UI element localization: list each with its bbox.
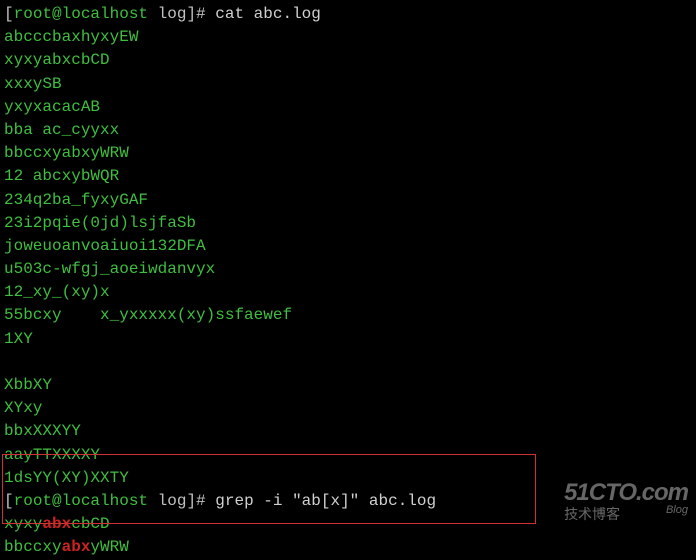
output-line: 23i2pqie(0jd)lsjfaSb — [4, 212, 692, 235]
output-line: u503c-wfgj_aoeiwdanvyx — [4, 258, 692, 281]
grep-post: yWRW — [90, 538, 128, 556]
cwd: log — [148, 492, 186, 510]
output-line: 234q2ba_fyxyGAF — [4, 189, 692, 212]
grep-match: abx — [42, 515, 71, 533]
output-line: 1XY — [4, 328, 692, 351]
output-line: xyxyabxcbCD — [4, 49, 692, 72]
watermark-blog: Blog — [666, 504, 688, 516]
watermark-domain: 51CTO.com — [564, 480, 688, 506]
command-cat: cat abc.log — [206, 5, 321, 23]
watermark: 51CTO.com 技术博客 Blog — [564, 480, 688, 524]
blank-line — [4, 351, 692, 374]
output-line: aayTTXXXXY — [4, 444, 692, 467]
bracket-close: ] — [186, 492, 196, 510]
user-host: root@localhost — [14, 492, 148, 510]
output-line: 12 abcxybWQR — [4, 165, 692, 188]
watermark-sub: 技术博客 — [564, 506, 620, 522]
prompt-symbol: # — [196, 492, 206, 510]
output-line: XYxy — [4, 397, 692, 420]
output-line: bbccxyabxyWRW — [4, 142, 692, 165]
prompt-symbol: # — [196, 5, 206, 23]
output-line: joweuoanvoaiuoi132DFA — [4, 235, 692, 258]
bracket-close: ] — [186, 5, 196, 23]
output-line: bba ac_cyyxx — [4, 119, 692, 142]
output-line: XbbXY — [4, 374, 692, 397]
grep-match: abx — [62, 538, 91, 556]
grep-pre: bbccxy — [4, 538, 62, 556]
bracket-open: [ — [4, 492, 14, 510]
output-line: 12_xy_(xy)x — [4, 281, 692, 304]
grep-output-line: bbccxyabxyWRW — [4, 536, 692, 559]
command-grep: grep -i "ab[x]" abc.log — [206, 492, 436, 510]
output-line: abcccbaxhyxyEW — [4, 26, 692, 49]
output-line: 55bcxy x_yxxxxx(xy)ssfaewef — [4, 304, 692, 327]
output-line: bbxXXXYY — [4, 420, 692, 443]
grep-post: cbCD — [71, 515, 109, 533]
output-line: yxyxacacAB — [4, 96, 692, 119]
grep-pre: xyxy — [4, 515, 42, 533]
cwd: log — [148, 5, 186, 23]
output-line: xxxySB — [4, 73, 692, 96]
prompt-line-1[interactable]: [root@localhost log]# cat abc.log — [4, 3, 692, 26]
bracket-open: [ — [4, 5, 14, 23]
user-host: root@localhost — [14, 5, 148, 23]
